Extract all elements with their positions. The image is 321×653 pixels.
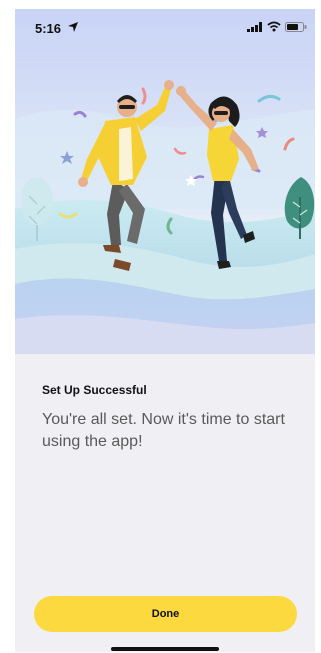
status-bar: 5:16: [15, 9, 315, 45]
done-button[interactable]: Done: [34, 596, 297, 632]
location-arrow-icon: [68, 22, 78, 32]
home-indicator: [111, 647, 219, 651]
success-description: You're all set. Now it's time to start u…: [42, 411, 285, 450]
cellular-signal-icon: [247, 22, 262, 32]
wifi-icon: [267, 21, 281, 32]
high-five-illustration: [15, 9, 315, 354]
success-message: Set Up Successful You're all set. Now it…: [42, 383, 292, 453]
status-time: 5:16: [35, 21, 62, 36]
success-title: Set Up Successful: [42, 383, 147, 397]
battery-icon: [285, 22, 307, 32]
app-screen: 5:16 Set Up Successful You're all set. N…: [15, 9, 315, 652]
